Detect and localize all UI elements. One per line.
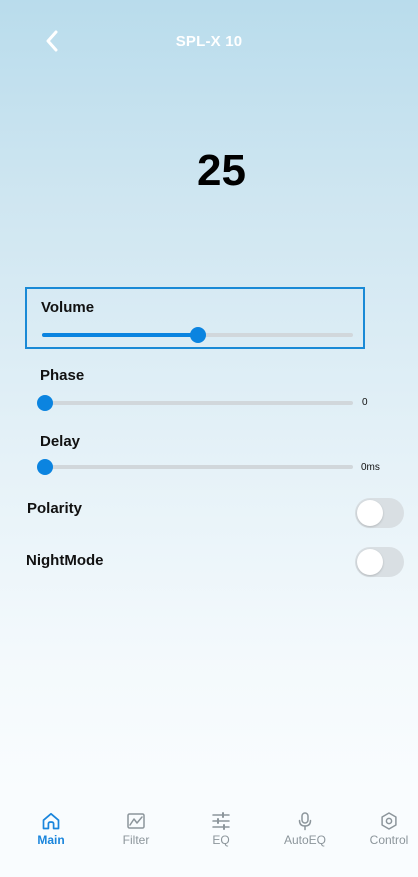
volume-slider-thumb[interactable] [189, 327, 206, 343]
nightmode-toggle[interactable] [355, 547, 404, 577]
tab-eq[interactable]: EQ [186, 800, 256, 860]
delay-slider[interactable] [37, 459, 353, 475]
tab-main[interactable]: Main [16, 800, 86, 860]
tab-filter[interactable]: Filter [101, 800, 171, 860]
device-title: SPL-X 10 [175, 33, 243, 50]
delay-slider-track [45, 465, 353, 469]
polarity-toggle-knob [357, 500, 383, 526]
polarity-toggle[interactable] [355, 498, 404, 528]
equalizer-sliders-icon [211, 811, 231, 831]
tab-filter-label: Filter [122, 833, 150, 847]
phase-value: 0 [362, 397, 368, 408]
delay-slider-thumb[interactable] [37, 459, 53, 475]
volume-label: Volume [41, 299, 95, 316]
microphone-icon [295, 811, 315, 831]
phase-slider[interactable] [37, 395, 353, 411]
app-screen: SPL-X 10 25 Volume Phase 0 Delay 0ms Pol… [0, 0, 418, 877]
tab-main-label: Main [37, 833, 65, 847]
phase-label: Phase [40, 367, 85, 384]
polarity-label: Polarity [27, 500, 83, 517]
bottom-tab-bar: Main Filter EQ AutoEQ Control [0, 800, 418, 877]
nightmode-label: NightMode [26, 552, 104, 569]
volume-slider-fill [42, 333, 198, 337]
delay-label: Delay [40, 433, 81, 450]
tab-autoeq[interactable]: AutoEQ [270, 800, 340, 860]
phase-slider-thumb[interactable] [37, 395, 53, 411]
hexagon-settings-icon [379, 811, 399, 831]
tab-control[interactable]: Control [354, 800, 418, 860]
tab-control-label: Control [369, 833, 409, 847]
delay-value: 0ms [361, 462, 380, 473]
filter-graph-icon [126, 811, 146, 831]
nightmode-toggle-knob [357, 549, 383, 575]
tab-eq-label: EQ [212, 833, 230, 847]
tab-autoeq-label: AutoEQ [283, 833, 327, 847]
volume-display-value: 25 [197, 146, 246, 195]
phase-slider-track [45, 401, 353, 405]
volume-slider[interactable] [42, 327, 353, 343]
home-icon [41, 811, 61, 831]
